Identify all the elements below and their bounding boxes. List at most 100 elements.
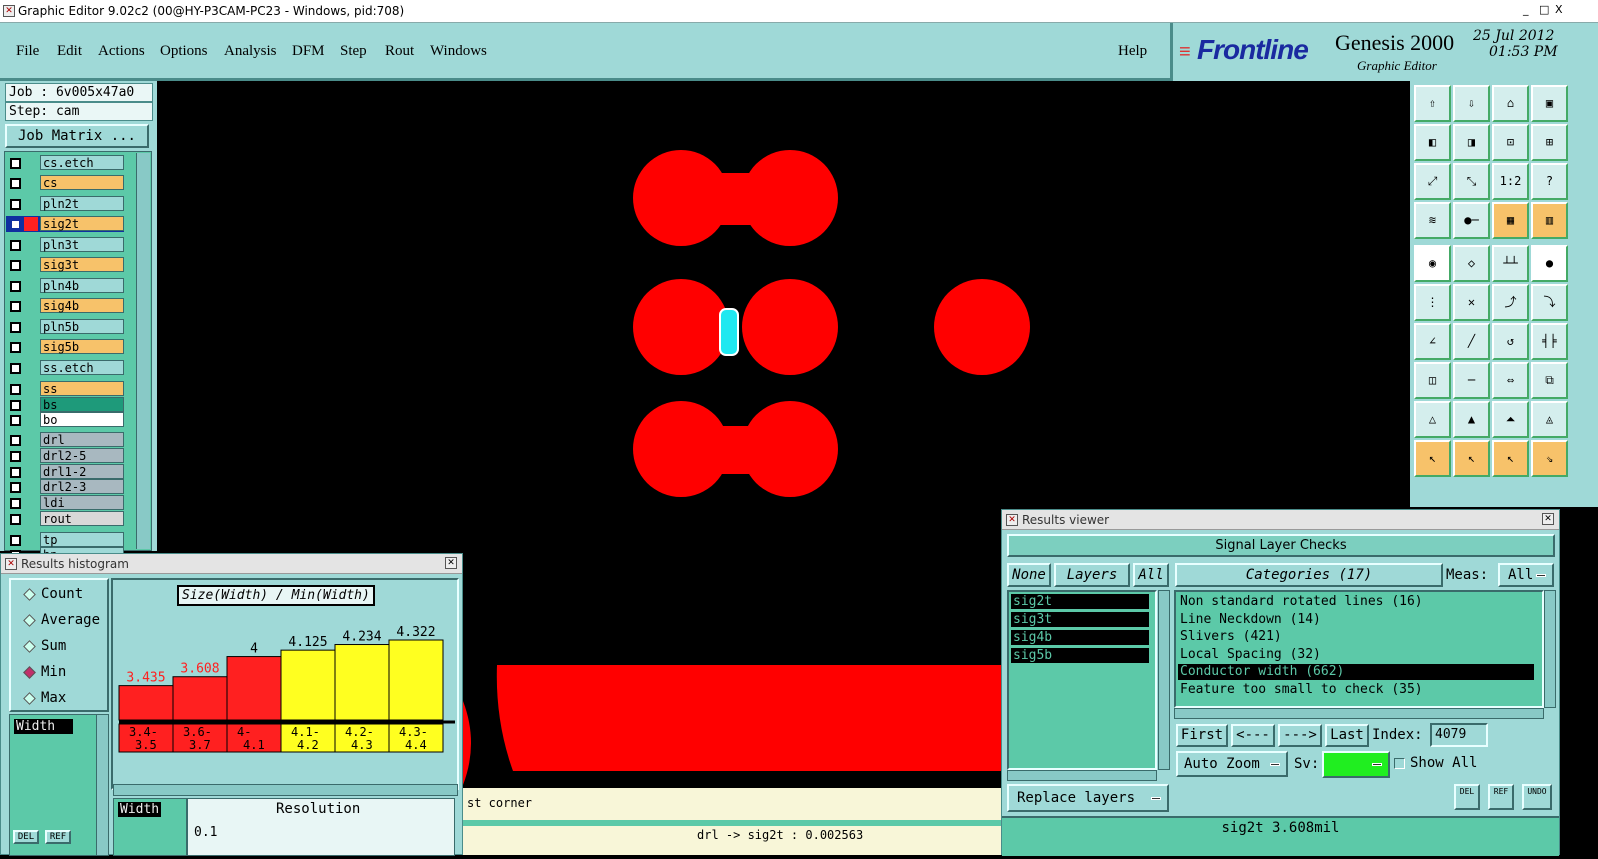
tool-slash-button[interactable]: ╱ (1453, 323, 1490, 360)
close-icon[interactable]: ✕ (445, 557, 457, 569)
tool-pan-right-button[interactable]: ◨ (1453, 124, 1490, 161)
layer-row-pln3t[interactable]: pln3t (6, 237, 124, 253)
radio-count[interactable]: Count (23, 586, 83, 602)
tool-dash-button[interactable]: ─ (1453, 362, 1490, 399)
tool-1-2-button[interactable]: 1:2 (1492, 163, 1529, 200)
tool-node-button[interactable]: ⋮ (1414, 284, 1451, 321)
tool-expand-button[interactable]: ⤢ (1414, 163, 1451, 200)
tool-fence-button[interactable]: ╡╞ (1531, 323, 1568, 360)
tool-home-button[interactable]: ⌂ (1492, 85, 1529, 122)
tool-snap-button[interactable]: ●─ (1453, 202, 1490, 239)
layer-row-drl[interactable]: drl (6, 432, 124, 448)
minimize-button[interactable]: _ (1523, 3, 1529, 16)
layer-results-scrollbar[interactable] (1158, 590, 1170, 770)
tool-tri3-button[interactable]: ⏶ (1492, 401, 1529, 438)
field-scrollbar[interactable] (96, 715, 108, 855)
tool-window-button[interactable]: ▣ (1531, 85, 1568, 122)
category-item[interactable]: Slivers (421) (1178, 629, 1534, 645)
layer-row-cs[interactable]: cs (6, 175, 124, 191)
menu-help[interactable]: Help (1118, 43, 1147, 60)
results-ref-button[interactable]: REF (1488, 784, 1514, 810)
all-button[interactable]: All (1133, 563, 1169, 587)
layer-checkbox[interactable] (10, 260, 21, 271)
results-del-button[interactable]: DEL (1454, 784, 1480, 810)
layer-checkbox[interactable] (10, 400, 21, 411)
layers-button[interactable]: Layers (1054, 563, 1130, 587)
tool-home-out-button[interactable]: ⇩ (1453, 85, 1490, 122)
layer-row-sig2t[interactable]: sig2t (6, 216, 124, 232)
tool-tri1-button[interactable]: △ (1414, 401, 1451, 438)
layer-checkbox[interactable] (10, 451, 21, 462)
radio-max[interactable]: Max (23, 690, 66, 706)
radio-sum[interactable]: Sum (23, 638, 66, 654)
category-item[interactable]: Local Spacing (32) (1178, 647, 1534, 663)
layer-row-pln4b[interactable]: pln4b (6, 278, 124, 294)
maximize-button[interactable]: □ (1539, 3, 1549, 16)
radio-min[interactable]: Min (23, 664, 66, 680)
category-item[interactable]: Non standard rotated lines (16) (1178, 594, 1534, 610)
layer-checkbox[interactable] (10, 178, 21, 189)
layer-row-rout[interactable]: rout (6, 511, 124, 527)
layer-checkbox[interactable] (10, 301, 21, 312)
menu-file[interactable]: File (16, 43, 39, 60)
tool-select2-button[interactable]: ↖ (1453, 440, 1490, 477)
tool-dot-button[interactable]: ● (1531, 245, 1568, 282)
prev-button[interactable]: <--- (1231, 724, 1275, 747)
layer-checkbox[interactable] (10, 498, 21, 509)
result-layer-item[interactable]: sig2t (1011, 594, 1149, 609)
layer-row-drl2-3[interactable]: drl2-3 (6, 479, 124, 495)
layer-checkbox[interactable] (10, 158, 21, 169)
tool-tri2-button[interactable]: ▲ (1453, 401, 1490, 438)
category-hscrollbar[interactable] (1174, 708, 1544, 719)
next-button[interactable]: ---> (1278, 724, 1322, 747)
tool-zoom-button[interactable]: ⊞ (1531, 124, 1568, 161)
layer-row-tp[interactable]: tp (6, 532, 124, 548)
tool-select-button[interactable]: ↖ (1414, 440, 1451, 477)
result-layer-item[interactable]: sig5b (1011, 648, 1149, 663)
layer-row-ss[interactable]: ss (6, 381, 124, 397)
chart-hscrollbar[interactable] (113, 784, 458, 796)
layer-row-ss-etch[interactable]: ss.etch (6, 360, 124, 376)
tool-tri4-button[interactable]: ◬ (1531, 401, 1568, 438)
layer-row-bs[interactable]: bs (6, 397, 124, 413)
menu-options[interactable]: Options (160, 43, 208, 60)
tool-home-in-button[interactable]: ⇧ (1414, 85, 1451, 122)
last-button[interactable]: Last (1325, 724, 1369, 747)
highlighted-feature[interactable] (719, 308, 739, 356)
layer-row-drl2-5[interactable]: drl2-5 (6, 448, 124, 464)
layer-row-bo[interactable]: bo (6, 412, 124, 428)
tool-ruler-button[interactable]: ┴┴ (1492, 245, 1529, 282)
resolution-value[interactable]: 0.1 (194, 825, 217, 840)
layer-checkbox[interactable] (10, 514, 21, 525)
tool-route-button[interactable]: ⤵ (1531, 284, 1568, 321)
layer-checkbox[interactable] (10, 467, 21, 478)
sv-color-dropdown[interactable] (1322, 751, 1390, 778)
close-icon[interactable]: ✕ (1542, 513, 1554, 525)
job-matrix-button[interactable]: Job Matrix ... (5, 124, 149, 148)
histogram-bar[interactable] (334, 644, 390, 721)
histogram-bar[interactable] (280, 649, 336, 721)
tool-copy-button[interactable]: ⧉ (1531, 362, 1568, 399)
layer-checkbox[interactable] (10, 535, 21, 546)
none-button[interactable]: None (1007, 563, 1051, 587)
tool-pad-button[interactable]: ◉ (1414, 245, 1451, 282)
layer-checkbox[interactable] (10, 219, 21, 230)
result-layer-item[interactable]: sig4b (1011, 630, 1149, 645)
layer-row-sig4b[interactable]: sig4b (6, 298, 124, 314)
tool-fit-button[interactable]: ⊡ (1492, 124, 1529, 161)
menu-analysis[interactable]: Analysis (224, 43, 277, 60)
tool-pan-left-button[interactable]: ◧ (1414, 124, 1451, 161)
tool-step-button[interactable]: ⇘ (1531, 440, 1568, 477)
window-menu-icon[interactable]: ✕ (5, 558, 17, 570)
tool-line-button[interactable]: ∠ (1414, 323, 1451, 360)
replace-layers-dropdown[interactable]: Replace layers (1007, 784, 1169, 812)
layer-checkbox[interactable] (10, 281, 21, 292)
auto-zoom-dropdown[interactable]: Auto Zoom (1176, 751, 1288, 777)
first-button[interactable]: First (1176, 724, 1228, 747)
tool-shrink-button[interactable]: ⤡ (1453, 163, 1490, 200)
menu-actions[interactable]: Actions (98, 43, 145, 60)
ref-button[interactable]: REF (45, 830, 71, 844)
tool-stretch-button[interactable]: ⇔ (1492, 362, 1529, 399)
layer-checkbox[interactable] (10, 435, 21, 446)
tool-cross-button[interactable]: ✕ (1453, 284, 1490, 321)
